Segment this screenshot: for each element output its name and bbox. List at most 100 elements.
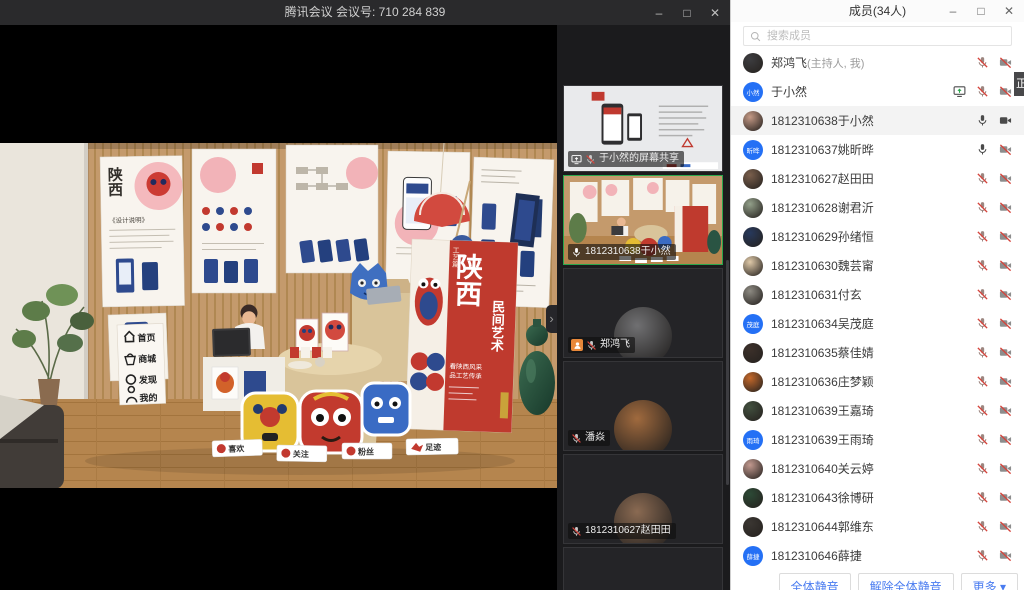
- member-mic-icon[interactable]: [976, 172, 989, 185]
- member-avatar: [743, 198, 763, 218]
- member-camera-icon[interactable]: [999, 114, 1012, 127]
- close-button[interactable]: ✕: [706, 6, 724, 20]
- main-video-feed[interactable]: 陕西 《设计说明》: [0, 143, 557, 488]
- member-row[interactable]: 雨琦 1812310639王雨琦: [731, 425, 1024, 454]
- member-avatar: 茂庭: [743, 314, 763, 334]
- member-row[interactable]: 1812310627赵田田: [731, 164, 1024, 193]
- member-camera-icon[interactable]: [999, 404, 1012, 417]
- maximize-button[interactable]: □: [678, 6, 696, 20]
- member-row[interactable]: 1812310636庄梦颖: [731, 367, 1024, 396]
- member-camera-icon[interactable]: [999, 143, 1012, 156]
- member-camera-icon[interactable]: [999, 172, 1012, 185]
- thumbnail-participant-partial[interactable]: [563, 547, 723, 590]
- member-mic-icon[interactable]: [976, 230, 989, 243]
- member-mic-icon[interactable]: [976, 375, 989, 388]
- member-row[interactable]: 1812310640关云婷: [731, 454, 1024, 483]
- thumbnail-label: 于小然的屏幕共享: [599, 152, 679, 166]
- member-avatar: [743, 401, 763, 421]
- member-row[interactable]: 1812310629孙绪恒: [731, 222, 1024, 251]
- svg-text:陕西: 陕西: [106, 166, 124, 198]
- member-avatar: [743, 459, 763, 479]
- active-mic-icon: [571, 247, 582, 258]
- member-name: 1812310638于小然: [771, 114, 874, 128]
- member-name: 1812310635蔡佳婧: [771, 346, 874, 360]
- member-mic-icon[interactable]: [976, 85, 989, 98]
- mute-all-button[interactable]: 全体静音: [779, 573, 851, 590]
- member-camera-icon[interactable]: [999, 433, 1012, 446]
- svg-text:首页: 首页: [137, 332, 155, 344]
- member-mic-icon[interactable]: [976, 114, 989, 127]
- member-row[interactable]: 郑鸿飞(主持人, 我): [731, 48, 1024, 77]
- member-camera-icon[interactable]: [999, 56, 1012, 69]
- thumbnail-screen-share[interactable]: 于小然的屏幕共享: [563, 85, 723, 172]
- panel-minimize-button[interactable]: –: [944, 4, 962, 18]
- member-mic-icon[interactable]: [976, 520, 989, 533]
- svg-text:足迹: 足迹: [425, 442, 441, 452]
- thumbnail-host[interactable]: 郑鸿飞: [563, 268, 723, 358]
- member-avatar: [743, 256, 763, 276]
- member-row[interactable]: 1812310638于小然: [731, 106, 1024, 135]
- member-camera-icon[interactable]: [999, 85, 1012, 98]
- member-camera-icon[interactable]: [999, 375, 1012, 388]
- member-mic-icon[interactable]: [976, 346, 989, 359]
- thumbnail-scrollbar[interactable]: [726, 260, 729, 485]
- member-name: 于小然: [771, 85, 807, 99]
- muted-mic-icon: [571, 433, 582, 444]
- minimize-button[interactable]: –: [650, 6, 668, 20]
- member-list: 郑鸿飞(主持人, 我) 小然 于小然: [731, 48, 1024, 570]
- member-row[interactable]: 1812310635蔡佳婧: [731, 338, 1024, 367]
- member-row[interactable]: 1812310628谢君沂: [731, 193, 1024, 222]
- member-camera-icon[interactable]: [999, 201, 1012, 214]
- member-camera-icon[interactable]: [999, 462, 1012, 475]
- member-row[interactable]: 茂庭 1812310634吴茂庭: [731, 309, 1024, 338]
- search-input[interactable]: [765, 29, 1005, 43]
- member-camera-icon[interactable]: [999, 520, 1012, 533]
- member-mic-icon[interactable]: [976, 259, 989, 272]
- member-row[interactable]: 薛捷 1812310646薛捷: [731, 541, 1024, 570]
- member-avatar: [743, 111, 763, 131]
- poster-design-notes: 陕西 《设计说明》: [100, 156, 185, 307]
- member-avatar: [743, 372, 763, 392]
- member-row[interactable]: 1812310644郭维东: [731, 512, 1024, 541]
- more-button[interactable]: 更多 ▾: [961, 573, 1018, 590]
- svg-text:关注: 关注: [293, 449, 309, 459]
- member-name: 1812310639王雨琦: [771, 433, 874, 447]
- member-mic-icon[interactable]: [976, 143, 989, 156]
- member-mic-icon[interactable]: [976, 201, 989, 214]
- member-camera-icon[interactable]: [999, 317, 1012, 330]
- member-mic-icon[interactable]: [976, 549, 989, 562]
- member-camera-icon[interactable]: [999, 259, 1012, 272]
- member-search-box[interactable]: [743, 26, 1012, 46]
- member-camera-icon[interactable]: [999, 230, 1012, 243]
- panel-close-button[interactable]: ✕: [1000, 4, 1018, 18]
- member-mic-icon[interactable]: [976, 404, 989, 417]
- member-camera-icon[interactable]: [999, 288, 1012, 301]
- member-row[interactable]: 1812310639王嘉琦: [731, 396, 1024, 425]
- collapse-panel-chevron[interactable]: ›: [546, 305, 557, 333]
- member-name: 1812310646薛捷: [771, 549, 862, 563]
- unmute-all-button[interactable]: 解除全体静音: [858, 573, 954, 590]
- member-name: 郑鸿飞: [771, 56, 807, 70]
- member-mic-icon[interactable]: [976, 317, 989, 330]
- thumbnail-active-speaker[interactable]: 1812310638于小然: [563, 175, 723, 265]
- member-row[interactable]: 1812310630魏芸甯: [731, 251, 1024, 280]
- member-camera-icon[interactable]: [999, 491, 1012, 504]
- member-avatar: [743, 227, 763, 247]
- thumbnail-participant[interactable]: 潘焱: [563, 361, 723, 451]
- member-mic-icon[interactable]: [976, 56, 989, 69]
- elephant-print: [212, 367, 238, 399]
- member-name: 1812310630魏芸甯: [771, 259, 874, 273]
- thumbnail-participant[interactable]: 1812310627赵田田: [563, 454, 723, 544]
- member-mic-icon[interactable]: [976, 433, 989, 446]
- svg-text:发现: 发现: [138, 374, 157, 386]
- member-camera-icon[interactable]: [999, 549, 1012, 562]
- member-row[interactable]: 1812310631付玄: [731, 280, 1024, 309]
- member-row[interactable]: 小然 于小然: [731, 77, 1024, 106]
- member-camera-icon[interactable]: [999, 346, 1012, 359]
- member-row[interactable]: 昕晔 1812310637姚昕晔: [731, 135, 1024, 164]
- member-mic-icon[interactable]: [976, 491, 989, 504]
- member-mic-icon[interactable]: [976, 462, 989, 475]
- member-row[interactable]: 1812310643徐博研: [731, 483, 1024, 512]
- panel-maximize-button[interactable]: □: [972, 4, 990, 18]
- member-mic-icon[interactable]: [976, 288, 989, 301]
